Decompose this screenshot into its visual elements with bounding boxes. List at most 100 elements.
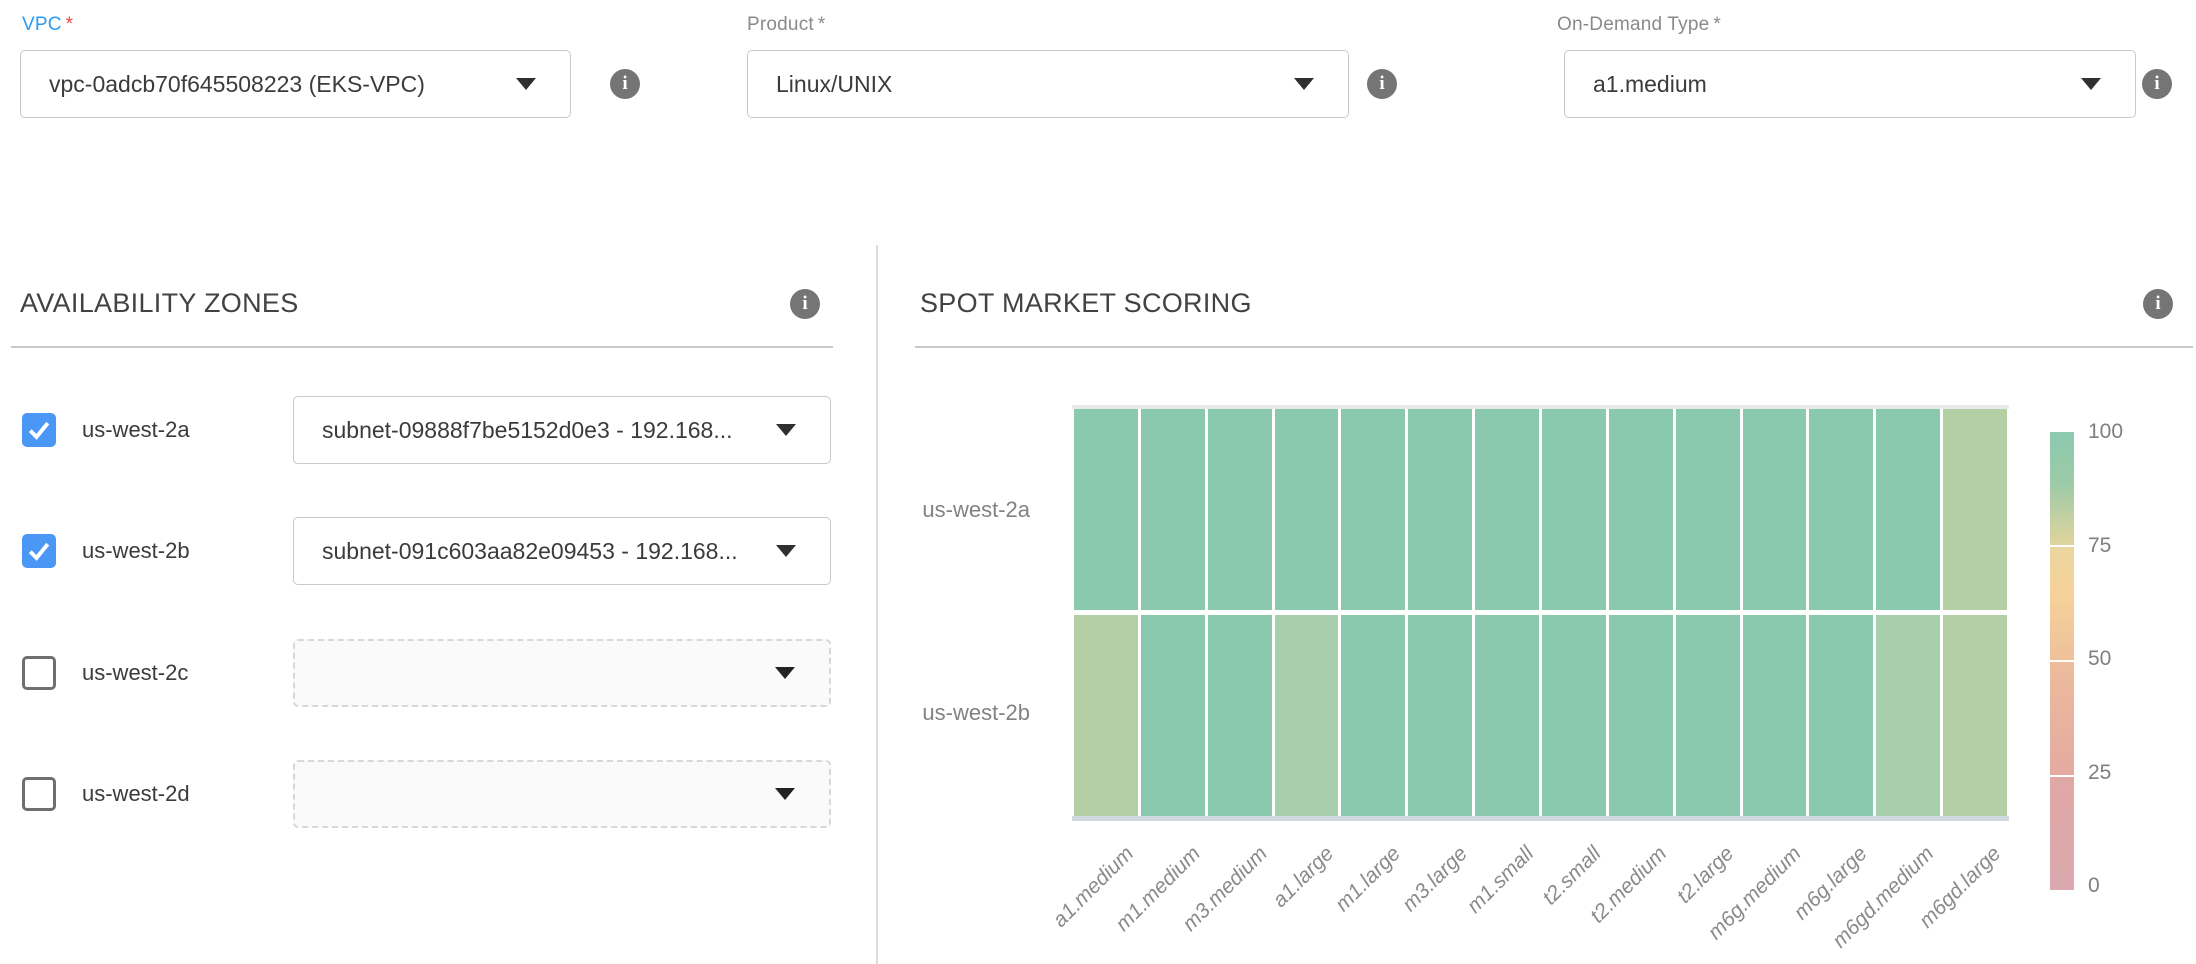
colorbar-tick-0: 0 [2088, 874, 2100, 898]
az-row-us-west-2d: us-west-2d [0, 760, 876, 828]
on-demand-type-label: On-Demand Type* [1557, 14, 1721, 36]
availability-zones-rule [11, 346, 833, 348]
check-icon [24, 536, 54, 566]
zone-checkbox-us-west-2d[interactable] [22, 777, 56, 811]
spot-market-scoring-info-icon[interactable]: i [2143, 289, 2173, 319]
az-row-us-west-2c: us-west-2c [0, 639, 876, 707]
vpc-required-marker: * [66, 14, 74, 35]
on-demand-type-info-icon[interactable]: i [2142, 69, 2172, 99]
subnet-select-us-west-2c[interactable] [293, 639, 831, 707]
colorbar-tick-50: 50 [2088, 647, 2111, 671]
colorbar-tick-100: 100 [2088, 420, 2123, 444]
heatmap-cell-us-west-2a-a1.large [1275, 409, 1339, 610]
product-required-marker: * [818, 14, 826, 35]
colorbar-segment-3 [2050, 777, 2074, 890]
subnet-select-us-west-2b[interactable]: subnet-091c603aa82e09453 - 192.168... [293, 517, 831, 585]
vpc-value: vpc-0adcb70f645508223 (EKS-VPC) [49, 71, 425, 98]
colorbar-labels: 1007550250 [2088, 432, 2168, 890]
heatmap-cell-us-west-2a-m1.large [1341, 409, 1405, 610]
az-rows: us-west-2a subnet-09888f7be5152d0e3 - 192… [0, 396, 876, 836]
subnet-select-us-west-2a[interactable]: subnet-09888f7be5152d0e3 - 192.168... [293, 396, 831, 464]
heatmap-cell-us-west-2b-t2.small [1542, 615, 1606, 816]
product-label-text: Product [747, 14, 814, 35]
y-axis-label-us-west-2a: us-west-2a [820, 497, 1030, 523]
heatmap-cell-us-west-2b-m6gd.large [1943, 615, 2007, 816]
product-label: Product* [747, 14, 826, 36]
heatmap-cell-us-west-2b-m3.medium [1208, 615, 1272, 816]
subnet-value: subnet-091c603aa82e09453 - 192.168... [322, 538, 738, 565]
caret-down-icon [1294, 78, 1314, 90]
heatmap-cell-us-west-2b-m6g.medium [1743, 615, 1807, 816]
x-axis-label-m1.large: m1.large [1331, 842, 1406, 917]
x-axis-label-a1.large: a1.large [1268, 842, 1339, 913]
heatmap-cell-us-west-2a-m1.small [1475, 409, 1539, 610]
heatmap-cell-us-west-2a-m3.medium [1208, 409, 1272, 610]
x-axis-label-m1.small: m1.small [1463, 842, 1539, 918]
colorbar-segment-1 [2050, 547, 2074, 660]
heatmap-cell-us-west-2b-m1.medium [1141, 615, 1205, 816]
caret-down-icon [776, 545, 796, 557]
on-demand-type-required-marker: * [1713, 14, 1721, 35]
heatmap-cell-us-west-2b-a1.large [1275, 615, 1339, 816]
on-demand-type-label-text: On-Demand Type [1557, 14, 1709, 35]
heatmap-cell-us-west-2a-a1.medium [1074, 409, 1138, 610]
zone-label: us-west-2d [82, 760, 190, 828]
colorbar-segment-2 [2050, 662, 2074, 775]
heatmap-cell-us-west-2b-a1.medium [1074, 615, 1138, 816]
colorbar-tick-25: 25 [2088, 761, 2111, 785]
subnet-value: subnet-09888f7be5152d0e3 - 192.168... [322, 417, 733, 444]
heatmap-y-labels: us-west-2a us-west-2b [820, 409, 1030, 816]
heatmap-x-labels: a1.mediumm1.mediumm3.mediuma1.largem1.la… [1074, 830, 2007, 960]
on-demand-type-select[interactable]: a1.medium [1564, 50, 2136, 118]
caret-down-icon [775, 667, 795, 679]
zone-label: us-west-2b [82, 517, 190, 585]
vpc-select[interactable]: vpc-0adcb70f645508223 (EKS-VPC) [20, 50, 571, 118]
y-axis-label-us-west-2b: us-west-2b [820, 700, 1030, 726]
heatmap-cell-us-west-2a-t2.medium [1609, 409, 1673, 610]
x-axis-label-t2.large: t2.large [1672, 842, 1739, 909]
heatmap-cell-us-west-2a-m6gd.large [1943, 409, 2007, 610]
caret-down-icon [775, 788, 795, 800]
zone-label: us-west-2a [82, 396, 190, 464]
heatmap-cell-us-west-2b-m6g.large [1809, 615, 1873, 816]
zone-checkbox-us-west-2a[interactable] [22, 413, 56, 447]
product-info-icon[interactable]: i [1367, 69, 1397, 99]
heatmap-cell-us-west-2b-t2.large [1676, 615, 1740, 816]
heatmap-cell-us-west-2b-t2.medium [1609, 615, 1673, 816]
spot-market-scoring-rule [915, 346, 2193, 348]
colorbar-tick-75: 75 [2088, 534, 2111, 558]
heatmap-cell-us-west-2a-t2.small [1542, 409, 1606, 610]
zone-checkbox-us-west-2b[interactable] [22, 534, 56, 568]
zone-checkbox-us-west-2c[interactable] [22, 656, 56, 690]
vpc-info-icon[interactable]: i [610, 69, 640, 99]
vpc-label-text: VPC [22, 14, 62, 35]
heatmap-cell-us-west-2a-m3.large [1408, 409, 1472, 610]
az-row-us-west-2a: us-west-2a subnet-09888f7be5152d0e3 - 192… [0, 396, 876, 464]
heatmap-cell-us-west-2b-m3.large [1408, 615, 1472, 816]
on-demand-type-value: a1.medium [1593, 71, 1707, 98]
availability-zones-title: AVAILABILITY ZONES [20, 288, 299, 319]
x-axis-label-m3.large: m3.large [1398, 842, 1473, 917]
product-value: Linux/UNIX [776, 71, 892, 98]
zone-label: us-west-2c [82, 639, 188, 707]
subnet-select-us-west-2d[interactable] [293, 760, 831, 828]
spot-market-scoring-title: SPOT MARKET SCORING [920, 288, 1252, 319]
availability-zones-info-icon[interactable]: i [790, 289, 820, 319]
heatmap-cell-us-west-2b-m1.large [1341, 615, 1405, 816]
caret-down-icon [776, 424, 796, 436]
heatmap-cell-us-west-2b-m6gd.medium [1876, 615, 1940, 816]
heatmap-cell-us-west-2a-t2.large [1676, 409, 1740, 610]
heatmap-cell-us-west-2a-m6g.large [1809, 409, 1873, 610]
check-icon [24, 415, 54, 445]
colorbar [2050, 432, 2074, 890]
colorbar-segment-0 [2050, 432, 2074, 545]
heatmap-cell-us-west-2a-m6g.medium [1743, 409, 1807, 610]
page: VPC* vpc-0adcb70f645508223 (EKS-VPC) i P… [0, 0, 2196, 964]
caret-down-icon [2081, 78, 2101, 90]
heatmap-cell-us-west-2a-m1.medium [1141, 409, 1205, 610]
product-select[interactable]: Linux/UNIX [747, 50, 1349, 118]
spot-score-heatmap [1074, 409, 2007, 816]
vpc-label: VPC* [22, 14, 73, 36]
heatmap-cell-us-west-2a-m6gd.medium [1876, 409, 1940, 610]
heatmap-cell-us-west-2b-m1.small [1475, 615, 1539, 816]
